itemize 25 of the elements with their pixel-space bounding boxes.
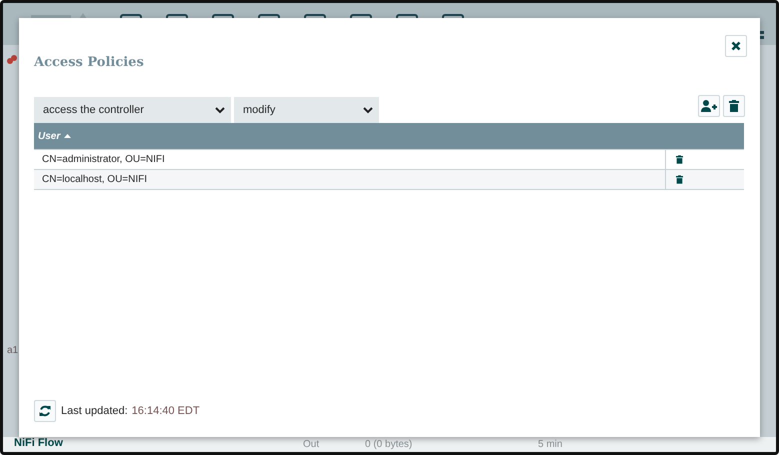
table-cell-text: CN=localhost, OU=NIFI — [41, 173, 148, 187]
sidebar-label: a1 — [7, 345, 20, 356]
table-cell-text: CN=administrator, OU=NIFI — [41, 153, 166, 167]
last-updated-time: 16:14:40 EDT — [132, 405, 200, 417]
refresh-icon — [39, 405, 51, 417]
close-icon — [731, 41, 741, 51]
breadcrumb[interactable]: NiFi Flow — [14, 437, 63, 449]
add-user-button[interactable] — [698, 95, 720, 117]
status-text: 0 (0 bytes) — [365, 439, 412, 450]
last-updated-label: Last updated: — [61, 405, 128, 417]
trash-icon[interactable] — [676, 175, 683, 184]
action-select[interactable]: modify — [234, 97, 379, 123]
add-user-icon — [701, 100, 717, 112]
close-button[interactable] — [725, 35, 747, 57]
trash-icon[interactable] — [676, 155, 683, 164]
chevron-icon — [215, 106, 225, 114]
delete-button[interactable] — [723, 95, 745, 117]
dialog-title: Access Policies — [34, 55, 145, 70]
status-text: Out — [303, 439, 320, 450]
status-text: 5 min — [538, 439, 562, 450]
resource-select[interactable]: access the controller — [34, 97, 231, 123]
chevron-icon — [363, 106, 373, 114]
refresh-button[interactable] — [34, 400, 56, 422]
trash-icon — [729, 100, 739, 112]
cluster-icon — [7, 55, 17, 65]
